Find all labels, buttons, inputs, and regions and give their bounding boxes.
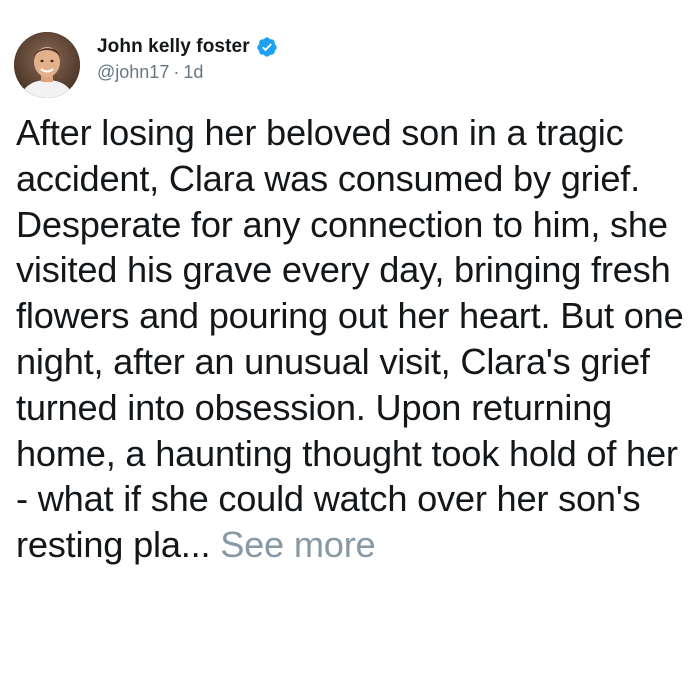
tweet-meta: @john17 · 1d [97,62,278,83]
meta-separator: · [173,62,180,82]
tweet-text-content: After losing her beloved son in a tragic… [16,112,684,566]
verified-badge-icon [256,36,278,58]
tweet-header: John kelly foster @john17 · 1d [97,34,278,83]
avatar-photo-icon [14,32,80,98]
handle[interactable]: @john17 [97,62,169,82]
avatar[interactable] [14,32,80,98]
timestamp[interactable]: 1d [183,62,203,82]
tweet-text: After losing her beloved son in a tragic… [16,110,696,568]
display-name[interactable]: John kelly foster [97,36,250,58]
tweet-card: John kelly foster @john17 · 1d After losin… [0,0,700,700]
see-more-link[interactable]: See more [220,524,375,565]
name-row: John kelly foster [97,34,278,60]
